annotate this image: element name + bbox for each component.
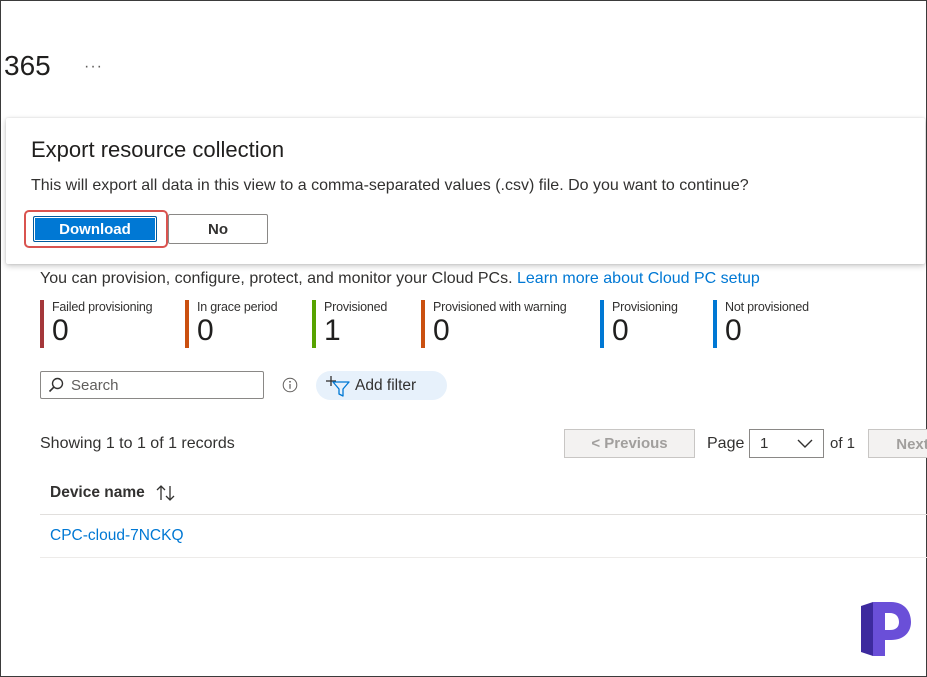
add-filter-button[interactable]: Add filter [316, 371, 447, 400]
intro-description: You can provision, configure, protect, a… [40, 270, 517, 287]
dialog-title: Export resource collection [31, 137, 285, 162]
status-label: Provisioned with warning [433, 300, 567, 314]
status-label: Failed provisioning [52, 300, 153, 314]
download-button[interactable]: Download [33, 216, 157, 242]
status-not-provisioned[interactable]: Not provisioned 0 [713, 300, 809, 348]
status-count: 0 [197, 314, 214, 347]
records-count: Showing 1 to 1 of 1 records [40, 435, 235, 452]
status-label: In grace period [197, 300, 278, 314]
status-failed-provisioning[interactable]: Failed provisioning 0 [40, 300, 153, 348]
add-filter-label: Add filter [355, 376, 417, 394]
more-icon[interactable]: ··· [84, 58, 103, 76]
status-provisioned[interactable]: Provisioned 1 [312, 300, 387, 348]
next-button[interactable]: Next > [868, 429, 927, 458]
info-icon[interactable] [282, 377, 298, 393]
device-name-link[interactable]: CPC-cloud-7NCKQ [50, 527, 184, 545]
status-count: 0 [612, 314, 629, 347]
previous-button[interactable]: < Previous [564, 429, 695, 458]
column-header-device-name[interactable]: Device name [50, 484, 145, 502]
search-input[interactable] [69, 375, 253, 395]
page-title: 365 [4, 50, 51, 81]
status-count: 0 [725, 314, 742, 347]
logo-icon [861, 602, 911, 656]
learn-more-link[interactable]: Learn more about Cloud PC setup [517, 270, 760, 287]
page-select[interactable]: 1 [749, 429, 824, 458]
page-select-value: 1 [760, 435, 769, 452]
filter-icon [326, 375, 350, 397]
search-icon [48, 377, 64, 393]
sort-icon[interactable] [155, 484, 177, 502]
chevron-down-icon [797, 439, 813, 448]
status-count: 0 [433, 314, 450, 347]
table-row[interactable]: CPC-cloud-7NCKQ [40, 515, 927, 558]
status-count: 1 [324, 314, 341, 347]
status-label: Provisioning [612, 300, 678, 314]
search-box[interactable] [40, 371, 264, 399]
page-total: of 1 [830, 435, 856, 452]
export-dialog: Export resource collection This will exp… [6, 118, 925, 264]
page-label: Page [707, 435, 745, 452]
status-in-grace-period[interactable]: In grace period 0 [185, 300, 278, 348]
status-provisioned-with-warning[interactable]: Provisioned with warning 0 [421, 300, 567, 348]
status-provisioning[interactable]: Provisioning 0 [600, 300, 678, 348]
dialog-message: This will export all data in this view t… [31, 177, 749, 194]
status-label: Provisioned [324, 300, 388, 314]
table-header: Device name [40, 474, 927, 515]
status-count: 0 [52, 314, 69, 347]
no-button[interactable]: No [168, 214, 268, 244]
status-label: Not provisioned [725, 300, 809, 314]
intro-text: You can provision, configure, protect, a… [40, 270, 760, 288]
